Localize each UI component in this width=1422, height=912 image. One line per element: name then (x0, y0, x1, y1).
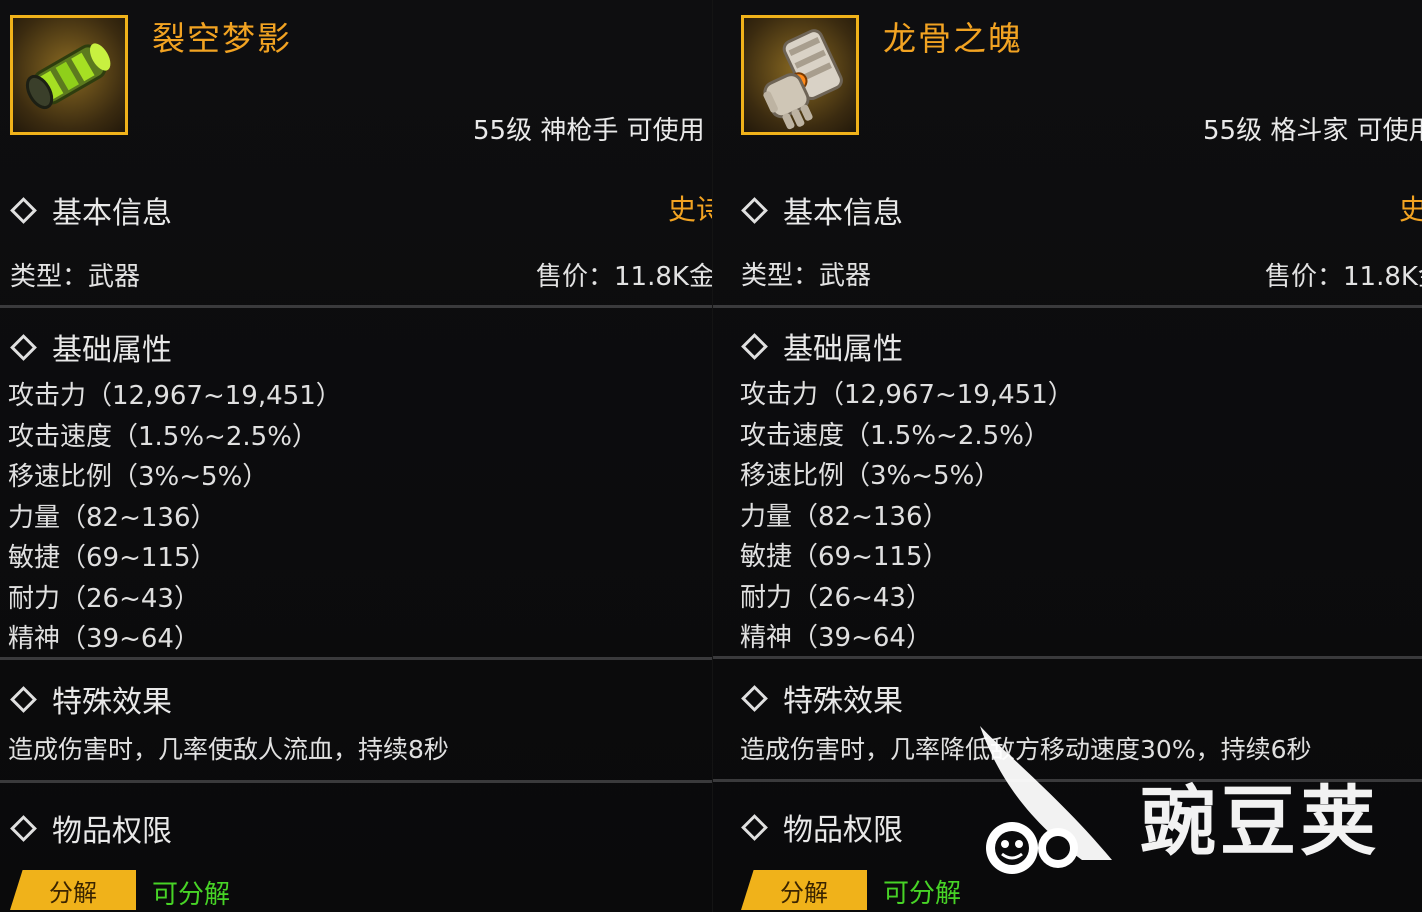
section-basic-info: 基本信息 (10, 188, 172, 232)
divider (713, 656, 1422, 659)
arm-cannon-icon[interactable] (10, 15, 128, 135)
diamond-icon (10, 196, 37, 224)
disassemble-status: 可分解 (152, 880, 231, 910)
divider (713, 779, 1422, 782)
section-base-attrs: 基础属性 (10, 325, 172, 369)
divider (0, 305, 712, 308)
item-tooltip-left: 裂空梦影 55级 神枪手 可使用 基本信息 史诗 类型：武器 售价：11.8K金… (0, 0, 712, 912)
section-title: 物品权限 (52, 814, 172, 849)
stat-spirit: 精神（39~64） (740, 623, 932, 653)
disassemble-tag[interactable]: 分解 (741, 870, 867, 910)
divider (0, 780, 712, 783)
price-label: 售价：11.8K金币 (536, 262, 712, 292)
section-title: 特殊效果 (783, 684, 903, 719)
stat-agility: 敏捷（69~115） (8, 543, 217, 573)
rarity-label: 史诗 (1399, 188, 1422, 228)
section-title: 基础属性 (52, 333, 172, 368)
stat-spirit: 精神（39~64） (8, 624, 200, 654)
diamond-icon (741, 196, 768, 224)
class-requirement: 55级 神枪手 可使用 (473, 116, 705, 146)
stat-agility: 敏捷（69~115） (740, 542, 949, 572)
item-name: 龙骨之魄 (883, 19, 1023, 58)
section-item-permission: 物品权限 (741, 805, 903, 849)
stat-attack: 攻击力（12,967~19,451） (8, 381, 342, 411)
section-base-attrs: 基础属性 (741, 324, 903, 368)
section-special-effect: 特殊效果 (10, 677, 172, 721)
stat-attack-speed: 攻击速度（1.5%~2.5%） (8, 422, 318, 452)
diamond-icon (10, 685, 37, 713)
stat-strength: 力量（82~136） (740, 502, 949, 532)
bone-gauntlet-icon[interactable] (741, 15, 859, 135)
diamond-icon (741, 813, 768, 841)
divider (713, 305, 1422, 308)
effect-text: 造成伤害时，几率降低敌方移动速度30%，持续6秒 (740, 735, 1312, 764)
diamond-icon (10, 814, 37, 842)
stat-stamina: 耐力（26~43） (740, 583, 932, 613)
stat-move-speed: 移速比例（3%~5%） (740, 461, 1001, 491)
section-title: 物品权限 (783, 813, 903, 848)
section-special-effect: 特殊效果 (741, 676, 903, 720)
type-label: 类型：武器 (741, 261, 872, 291)
disassemble-status: 可分解 (883, 879, 962, 909)
section-title: 基本信息 (783, 196, 903, 231)
section-basic-info: 基本信息 (741, 188, 903, 232)
price-label: 售价：11.8K金币 (1265, 262, 1422, 292)
diamond-icon (10, 333, 37, 361)
stat-attack: 攻击力（12,967~19,451） (740, 380, 1074, 410)
class-requirement: 55级 格斗家 可使用 (1203, 116, 1422, 146)
diamond-icon (741, 332, 768, 360)
item-name: 裂空梦影 (152, 19, 292, 58)
section-item-permission: 物品权限 (10, 806, 172, 850)
divider (0, 657, 712, 660)
section-title: 特殊效果 (52, 685, 172, 720)
stat-move-speed: 移速比例（3%~5%） (8, 462, 269, 492)
stat-attack-speed: 攻击速度（1.5%~2.5%） (740, 421, 1050, 451)
stat-strength: 力量（82~136） (8, 503, 217, 533)
stat-stamina: 耐力（26~43） (8, 584, 200, 614)
section-title: 基础属性 (783, 332, 903, 367)
item-tooltip-right: 龙骨之魄 55级 格斗家 可使用 基本信息 史诗 类型：武器 售价：11.8K金… (712, 0, 1422, 912)
section-title: 基本信息 (52, 196, 172, 231)
diamond-icon (741, 684, 768, 712)
disassemble-tag[interactable]: 分解 (10, 870, 136, 910)
rarity-label: 史诗 (668, 193, 712, 226)
type-label: 类型：武器 (10, 262, 141, 292)
effect-text: 造成伤害时，几率使敌人流血，持续8秒 (8, 735, 449, 764)
